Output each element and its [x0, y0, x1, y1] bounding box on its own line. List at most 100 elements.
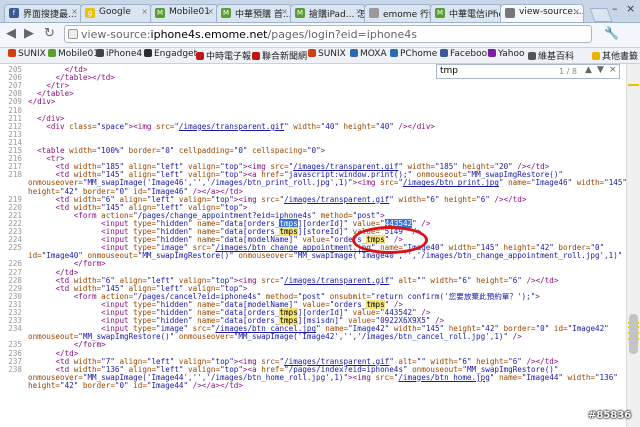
tab-close-icon[interactable]: × [71, 7, 78, 16]
source-link[interactable]: /images/btn_home.jpg [398, 373, 489, 382]
new-tab-button[interactable] [589, 8, 613, 22]
source-token: "6" [425, 194, 440, 204]
tab-close-icon[interactable]: × [421, 7, 428, 16]
find-prev-icon[interactable]: ▲ [585, 65, 592, 75]
source-token: id= [128, 380, 147, 390]
tab-favicon-icon: M [221, 8, 231, 18]
source-view: 205 </td> 206 </table></td> 207 </tr> 208 <… [0, 64, 626, 427]
wrench-menu-icon[interactable]: 🔧 [604, 26, 619, 40]
source-token: "0" [306, 146, 321, 155]
forward-icon[interactable]: ▶ [24, 26, 34, 41]
source-token: /></a></td> [188, 380, 243, 390]
bookmark-item[interactable]: 聯合新聞網 [252, 49, 307, 62]
bookmark-favicon-icon [528, 52, 536, 60]
find-input[interactable]: tmp [440, 66, 458, 76]
source-token: width= [425, 275, 458, 285]
bookmark-item[interactable]: SUNIX [308, 49, 346, 59]
bookmark-label: PChome [400, 49, 438, 59]
find-close-icon[interactable]: × [609, 65, 617, 75]
bookmark-favicon-icon [8, 49, 16, 57]
source-link[interactable]: /images/transparent.gif [284, 195, 389, 204]
source-link[interactable]: /images/transparent.gif [179, 122, 284, 131]
bookmark-item[interactable]: Mobile01 [48, 49, 99, 59]
bookmark-item[interactable]: MOXA [350, 49, 387, 59]
tab-close-icon[interactable]: × [573, 7, 580, 16]
address-bar[interactable]: view-source:iphone4s.emome.net/pages/log… [64, 25, 592, 43]
bookmark-item[interactable]: Facebook [440, 49, 492, 59]
bookmark-favicon-icon [488, 49, 496, 57]
bookmark-label: 中時電子報 [206, 52, 252, 62]
tab-4[interactable]: M搶購iPad... 怎...× [290, 4, 366, 22]
source-token: id= [549, 324, 568, 334]
tab-favicon-icon: M [155, 8, 165, 18]
source-token: onmouseover= [174, 332, 234, 342]
source-token: "Image42" [567, 324, 609, 334]
tab-1[interactable]: g Google × [80, 4, 152, 22]
bookmark-label: Facebook [450, 49, 493, 59]
source-token: "0" [535, 324, 550, 334]
tab-close-icon[interactable]: × [141, 7, 148, 16]
source-token: <img [133, 121, 157, 131]
minimize-icon[interactable]: – [612, 2, 618, 15]
watermark: #85836 [588, 410, 632, 421]
tab-favicon-icon [505, 8, 515, 18]
bookmark-favicon-icon [350, 49, 358, 57]
source-token: /></td> [521, 275, 559, 285]
source-token: "0" [114, 380, 129, 390]
back-icon[interactable]: ◀ [6, 26, 16, 41]
source-token: "0" [160, 146, 175, 155]
tab-close-icon[interactable]: × [281, 7, 288, 16]
bookmark-favicon-icon [308, 49, 316, 57]
bookmark-favicon-icon [390, 49, 398, 57]
bookmark-item[interactable]: 維基百科 [528, 49, 574, 62]
bookmark-item[interactable]: SUNIX [8, 49, 46, 59]
tab-favicon-icon [369, 8, 379, 18]
source-token: > [535, 291, 540, 301]
tab-label: Google [99, 7, 131, 17]
reload-icon[interactable]: ↻ [44, 26, 55, 41]
address-prefix: view-source: [81, 28, 151, 41]
source-token: width= [288, 121, 321, 131]
tab-close-icon[interactable]: × [207, 7, 214, 16]
scrollbar-thumb[interactable] [629, 314, 638, 354]
bookmark-item[interactable]: 中時電子報 [196, 49, 251, 62]
bookmark-label: SUNIX [18, 49, 46, 59]
bookmark-label: Mobile01 [58, 49, 99, 59]
vertical-scrollbar[interactable] [626, 64, 640, 427]
tab-close-icon[interactable]: × [491, 7, 498, 16]
source-token: /></div> [393, 121, 435, 131]
source-token: alt= [393, 275, 417, 285]
tab-5[interactable]: emome 行動...× [364, 4, 432, 22]
tab-strip: – × f 界面搜捷最... × g Google × M Mobile01 × M 中華預購 首.… [0, 0, 640, 23]
source-token: "6" [457, 275, 472, 285]
bookmark-item[interactable]: 其他書籤 [592, 49, 638, 62]
page-icon [68, 29, 78, 39]
tab-0[interactable]: f 界面搜捷最... × [4, 4, 82, 22]
source-token: /> [508, 332, 522, 342]
bookmark-item[interactable]: iPhone4 [96, 49, 142, 59]
source-token: height= [28, 380, 61, 390]
source-token: "100%" [96, 146, 125, 155]
source-token [28, 122, 46, 131]
source-line: 212 <div class="space"><img src="/images… [0, 122, 435, 132]
bookmark-item[interactable]: Engadget [144, 49, 197, 59]
tab-2[interactable]: M Mobile01 × [150, 4, 218, 22]
close-window-icon[interactable]: × [626, 2, 635, 15]
bookmark-favicon-icon [144, 49, 152, 57]
tab-7[interactable]: view-source:... × [500, 4, 584, 22]
bookmark-label: 維基百科 [538, 52, 575, 62]
tab-favicon-icon: M [295, 8, 305, 18]
source-token: <div [46, 121, 70, 131]
tab-close-icon[interactable]: × [355, 7, 362, 16]
source-link[interactable]: /images/btn_print.jpg [403, 178, 499, 187]
source-token: height= [338, 121, 376, 131]
find-next-icon[interactable]: ▼ [597, 65, 604, 75]
source-link[interactable]: /images/transparent.gif [284, 276, 389, 285]
tab-6[interactable]: M中華電信iPho...× [430, 4, 502, 22]
bookmark-item[interactable]: PChome [390, 49, 437, 59]
source-token: <img [357, 178, 381, 188]
source-token: name= [503, 178, 531, 188]
tab-3[interactable]: M 中華預購 首... × [216, 4, 292, 22]
bookmark-item[interactable]: Yahoo [488, 49, 525, 59]
tab-label: Mobile01 [169, 7, 210, 17]
